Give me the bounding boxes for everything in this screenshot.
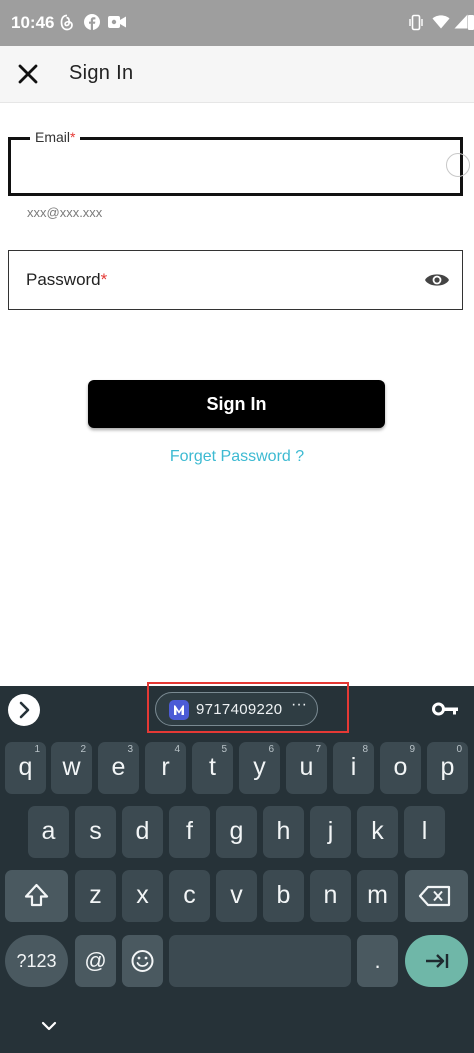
keyboard-suggestion-strip: 9717409220 ··· <box>0 682 474 734</box>
key-label: q <box>18 753 33 781</box>
keyboard-expand-button[interactable] <box>8 694 40 726</box>
key-number-hint: 9 <box>409 744 415 755</box>
email-label: Email* <box>30 129 81 145</box>
key-t[interactable]: t5 <box>192 742 233 794</box>
wifi-icon <box>432 15 450 29</box>
key-w[interactable]: w2 <box>51 742 92 794</box>
suggestion-phone-number: 9717409220 <box>196 701 283 718</box>
backspace-key[interactable] <box>405 870 468 922</box>
key-label: r <box>161 753 170 781</box>
emoji-key[interactable] <box>122 935 163 987</box>
symbols-key[interactable]: ?123 <box>5 935 68 987</box>
key-label: w <box>62 753 81 781</box>
password-label: Password* <box>26 270 107 290</box>
key-number-hint: 7 <box>315 744 321 755</box>
key-b[interactable]: b <box>263 870 304 922</box>
email-input[interactable] <box>27 154 431 182</box>
password-required-mark: * <box>100 270 108 289</box>
autofill-suggestion-chip[interactable]: 9717409220 ··· <box>155 692 318 726</box>
key-number-hint: 8 <box>362 744 368 755</box>
key-p[interactable]: p0 <box>427 742 468 794</box>
shift-icon <box>24 883 49 907</box>
key-a[interactable]: a <box>28 806 69 858</box>
key-z[interactable]: z <box>75 870 116 922</box>
key-o[interactable]: o9 <box>380 742 421 794</box>
side-circle-icon <box>446 153 470 177</box>
status-bar: 10:46 <box>0 0 474 46</box>
next-key[interactable] <box>405 935 468 987</box>
key-label: y <box>253 753 266 781</box>
email-field[interactable]: Email* <box>8 129 463 196</box>
forget-password-link[interactable]: Forget Password ? <box>0 448 474 466</box>
key-v[interactable]: v <box>216 870 257 922</box>
key-label: u <box>299 753 314 781</box>
password-label-text: Password <box>26 270 101 289</box>
key-m[interactable]: m <box>357 870 398 922</box>
key-number-hint: 0 <box>456 744 462 755</box>
key-label: t <box>209 753 216 781</box>
key-number-hint: 4 <box>174 744 180 755</box>
status-time: 10:46 <box>11 13 55 32</box>
key-number-hint: 3 <box>127 744 133 755</box>
emoji-icon <box>131 950 154 972</box>
key-label: i <box>350 753 357 781</box>
key-number-hint: 1 <box>34 744 40 755</box>
at-key[interactable]: @ <box>75 935 116 987</box>
soft-keyboard: 9717409220 ··· q1 w2 e3 r4 t5 y6 u7 i8 o… <box>0 682 474 1053</box>
key-n[interactable]: n <box>310 870 351 922</box>
key-d[interactable]: d <box>122 806 163 858</box>
facebook-icon <box>84 14 100 30</box>
key-j[interactable]: j <box>310 806 351 858</box>
key-label: e <box>111 753 126 781</box>
key-s[interactable]: s <box>75 806 116 858</box>
sign-in-button[interactable]: Sign In <box>88 380 385 428</box>
shift-key[interactable] <box>5 870 68 922</box>
key-y[interactable]: y6 <box>239 742 280 794</box>
key-label: o <box>393 753 408 781</box>
suggestion-more-icon[interactable]: ··· <box>291 696 307 714</box>
password-field[interactable]: Password* <box>8 250 463 310</box>
signal-icon <box>454 14 468 29</box>
period-key[interactable]: . <box>357 935 398 987</box>
eye-icon[interactable] <box>424 270 450 290</box>
key-u[interactable]: u7 <box>286 742 327 794</box>
key-number-hint: 5 <box>221 744 227 755</box>
app-logo-icon <box>169 700 189 720</box>
key-x[interactable]: x <box>122 870 163 922</box>
video-camera-icon <box>108 16 126 28</box>
key-label: p <box>440 753 455 781</box>
key-number-hint: 2 <box>80 744 86 755</box>
key-e[interactable]: e3 <box>98 742 139 794</box>
page-title: Sign In <box>69 62 134 84</box>
email-label-text: Email <box>35 129 71 145</box>
battery-icon <box>468 15 474 30</box>
vibrate-icon <box>409 14 423 31</box>
key-q[interactable]: q1 <box>5 742 46 794</box>
key-c[interactable]: c <box>169 870 210 922</box>
key-h[interactable]: h <box>263 806 304 858</box>
key-number-hint: 6 <box>268 744 274 755</box>
chevron-right-icon <box>19 701 30 719</box>
password-key-icon[interactable] <box>432 700 460 718</box>
app-bar: Sign In <box>0 46 474 103</box>
tab-next-icon <box>426 954 449 968</box>
key-l[interactable]: l <box>404 806 445 858</box>
close-icon[interactable] <box>15 61 41 87</box>
backspace-icon <box>418 885 451 907</box>
threads-icon <box>60 14 73 31</box>
email-hint: xxx@xxx.xxx <box>27 205 103 220</box>
key-r[interactable]: r4 <box>145 742 186 794</box>
key-i[interactable]: i8 <box>333 742 374 794</box>
chevron-down-icon[interactable] <box>40 1020 58 1032</box>
key-k[interactable]: k <box>357 806 398 858</box>
key-g[interactable]: g <box>216 806 257 858</box>
space-key[interactable] <box>169 935 351 987</box>
email-required-mark: * <box>70 129 76 145</box>
key-f[interactable]: f <box>169 806 210 858</box>
